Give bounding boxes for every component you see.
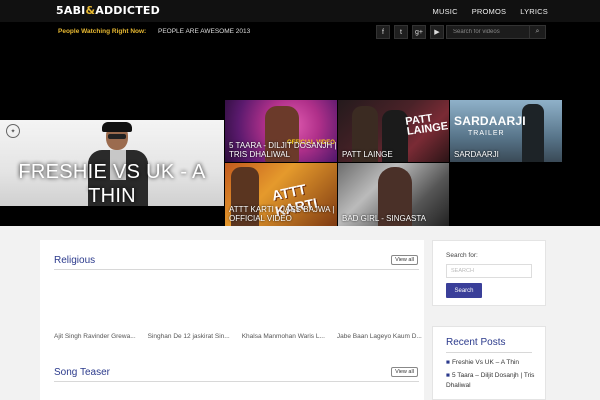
twitter-icon[interactable]: t [394, 25, 408, 39]
video-link[interactable]: Jabe Baan Lageyo Kaum D... [337, 333, 422, 340]
section-divider [446, 352, 532, 353]
recent-post-item[interactable]: ■ Freshie Vs UK – A Thin [446, 358, 542, 368]
video-search-input[interactable] [447, 26, 529, 38]
recent-posts-title: Recent Posts [446, 337, 506, 348]
youtube-icon[interactable]: ▶ [430, 25, 444, 39]
watching-label: People Watching Right Now: [58, 28, 147, 35]
recent-post-link[interactable]: Freshie Vs UK – A Thin [452, 359, 519, 366]
tile-overlay-subtext: TRAILER [468, 130, 505, 137]
tile-caption: 5 TAARA - DILJIT DOSANJH | TRIS DHALIWAL [229, 141, 337, 159]
watching-link[interactable]: PEOPLE ARE AWESOME 2013 [158, 28, 250, 35]
sub-bar: People Watching Right Now: PEOPLE ARE AW… [0, 22, 600, 42]
teaser-view-all-button[interactable]: View all [391, 367, 418, 377]
social-links: f t g+ ▶ [376, 25, 444, 39]
recent-post-link[interactable]: 5 Taara – Diljit Dosanjh | Tris Dhaliwal [446, 372, 534, 389]
logo-ampersand: & [85, 4, 96, 17]
religious-title[interactable]: Religious [54, 255, 95, 266]
facebook-icon[interactable]: f [376, 25, 390, 39]
featured-tile-1[interactable]: OFFICIAL VIDEO 5 TAARA - DILJIT DOSANJH … [225, 100, 337, 162]
featured-big-title: FRESHIE VS UK - A THIN [18, 161, 206, 206]
logo-left-text: 5ABI [56, 4, 86, 17]
video-link[interactable]: Khalsa Manmohan Waris L... [242, 333, 325, 340]
teaser-title[interactable]: Song Teaser [54, 367, 110, 378]
tile-caption: ATTT KARTI - JASS BAJWA | OFFICIAL VIDEO [229, 205, 335, 223]
tile-overlay-text: SARDAARJI [454, 114, 526, 128]
bullet-icon: ■ [446, 372, 450, 379]
section-divider [54, 381, 419, 382]
sidebar-search-label: Search for: [446, 252, 478, 259]
tile-overlay-text: PATT LAINGE [404, 112, 449, 138]
sidebar-search-button[interactable]: Search [446, 283, 482, 298]
bullet-icon: ■ [446, 359, 450, 366]
section-divider [54, 269, 419, 270]
search-icon[interactable]: ⌕ [529, 26, 545, 38]
thumbnail-figure [522, 104, 544, 162]
featured-tile-2[interactable]: PATT LAINGE PATT LAINGE [338, 100, 449, 162]
google-plus-icon[interactable]: g+ [412, 25, 426, 39]
featured-tile-5[interactable]: BAD GIRL - SINGASTA [338, 163, 449, 226]
channel-emblem-icon: ✦ [6, 124, 20, 138]
nav-lyrics[interactable]: LYRICS [520, 7, 548, 16]
featured-tile-4[interactable]: ATTT KARTI ATTT KARTI - JASS BAJWA | OFF… [225, 163, 337, 226]
nav-music[interactable]: MUSIC [433, 7, 458, 16]
tile-caption: SARDAARJI [454, 150, 499, 159]
religious-video-list: Ajit Singh Ravinder Grewa... Singhan De … [54, 333, 422, 340]
nav-promos[interactable]: PROMOS [472, 7, 507, 16]
featured-big-video[interactable]: ✦ FRESHIE VS UK - A THIN [0, 120, 224, 206]
video-link[interactable]: Singhan De 12 jaskirat Sin... [148, 333, 230, 340]
religious-view-all-button[interactable]: View all [391, 255, 418, 265]
video-search: ⌕ [446, 25, 546, 39]
logo-right-text: ADDICTED [95, 4, 160, 17]
top-navbar: 5ABI&ADDICTED MUSIC PROMOS LYRICS [0, 0, 600, 22]
featured-tile-3[interactable]: SARDAARJI TRAILER SARDAARJI [450, 100, 562, 162]
sidebar-search-input[interactable] [446, 264, 532, 278]
tile-caption: PATT LAINGE [342, 150, 393, 159]
tile-caption: BAD GIRL - SINGASTA [342, 214, 427, 223]
recent-post-item[interactable]: ■ 5 Taara – Diljit Dosanjh | Tris Dhaliwa… [446, 371, 542, 391]
main-nav: MUSIC PROMOS LYRICS [433, 0, 548, 22]
video-link[interactable]: Ajit Singh Ravinder Grewa... [54, 333, 136, 340]
site-logo[interactable]: 5ABI&ADDICTED [56, 4, 160, 17]
